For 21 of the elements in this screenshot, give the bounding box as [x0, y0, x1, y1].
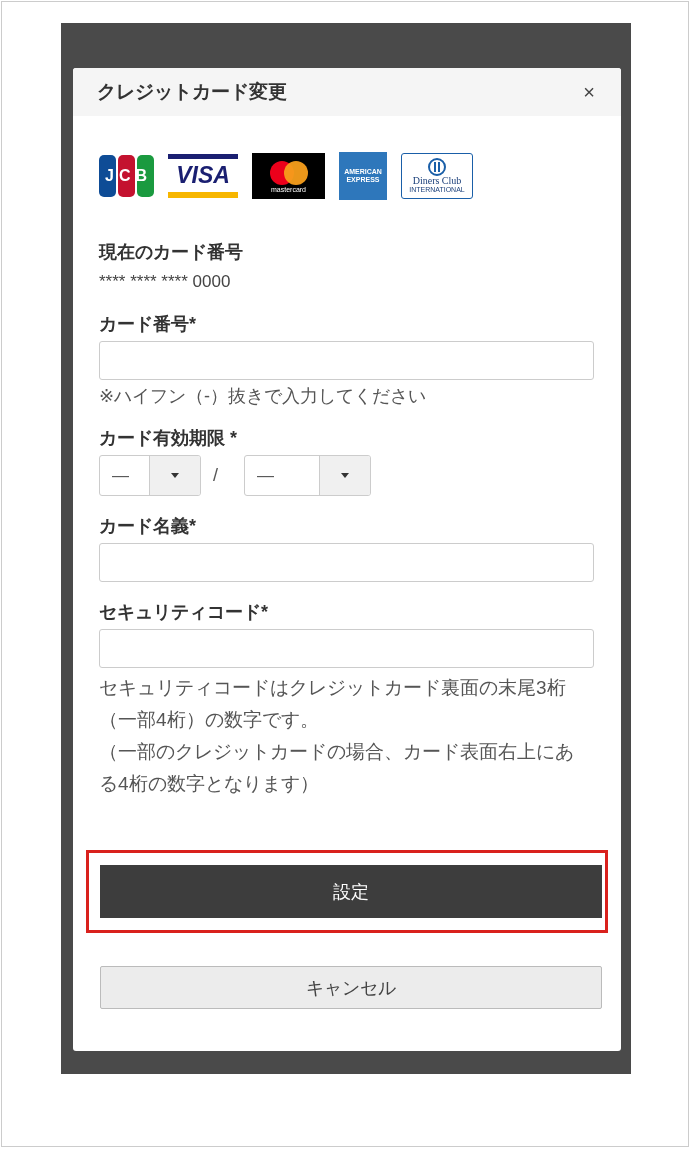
card-number-field[interactable]: [99, 341, 594, 380]
field-label: セキュリティコード*: [99, 601, 269, 624]
caret-icon: [170, 472, 180, 479]
field-label: カード有効期限 *: [99, 427, 238, 450]
field-label: 現在のカード番号: [99, 241, 244, 264]
close-button[interactable]: ×: [583, 80, 595, 104]
field-label: カード番号*: [99, 313, 197, 336]
caret-icon: [340, 472, 350, 479]
hint-text: ※ハイフン（-）抜きで入力してください: [99, 385, 428, 408]
card-name-field[interactable]: [99, 543, 594, 582]
help-text: （一部のクレジットカードの場合、カード表面右上にある4桁の数字となります）: [99, 740, 575, 796]
date-separator: /: [213, 465, 218, 486]
cancel-button[interactable]: キャンセル: [100, 966, 602, 1009]
current-card-number: **** **** **** 0000: [99, 271, 232, 293]
dialog-title: クレジットカード変更: [97, 80, 287, 104]
field-label: カード名義*: [99, 515, 197, 538]
security-code-field[interactable]: [99, 629, 594, 668]
help-text: セキュリティコードはクレジットカード裏面の末尾3桁（一部4桁）の数字です。: [99, 676, 567, 732]
year-select[interactable]: ―: [244, 455, 371, 496]
month-select[interactable]: ―: [99, 455, 201, 496]
submit-button[interactable]: 設定: [100, 865, 602, 918]
